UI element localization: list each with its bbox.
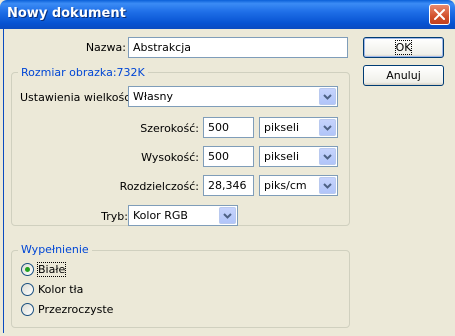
chevron-down-icon: [323, 183, 332, 189]
resolution-input[interactable]: 28,346: [203, 175, 254, 196]
ok-button-label: OK: [394, 40, 413, 55]
chevron-down-icon: [223, 213, 232, 219]
mode-dropdown-button[interactable]: [219, 207, 236, 224]
name-label: Nazwa:: [85, 41, 126, 54]
fill-background-color-radio[interactable]: [21, 283, 34, 296]
preset-value: Własny: [133, 90, 173, 103]
height-label: Wysokość:: [141, 151, 199, 164]
width-unit-value: pikseli: [264, 121, 300, 134]
name-input[interactable]: Abstrakcja: [128, 37, 348, 58]
fill-white-radio[interactable]: [21, 263, 34, 276]
chevron-down-icon: [323, 125, 332, 131]
mode-value: Kolor RGB: [133, 209, 188, 222]
resolution-unit-select[interactable]: piks/cm: [259, 175, 338, 196]
width-unit-dropdown-button[interactable]: [319, 119, 336, 136]
preset-select[interactable]: Własny: [128, 86, 338, 107]
fill-background-color-label[interactable]: Kolor tła: [38, 283, 83, 296]
window-title: Nowy dokument: [7, 6, 126, 21]
mode-label: Tryb:: [101, 210, 128, 223]
height-input[interactable]: 500: [203, 146, 254, 167]
resolution-unit-dropdown-button[interactable]: [319, 177, 336, 194]
width-input[interactable]: 500: [203, 117, 254, 138]
fill-transparent-label[interactable]: Przezroczyste: [38, 303, 113, 316]
fill-group-title: Wypełnienie: [18, 243, 92, 256]
height-unit-dropdown-button[interactable]: [319, 148, 336, 165]
fill-transparent-radio[interactable]: [21, 303, 34, 316]
width-unit-select[interactable]: pikseli: [259, 117, 338, 138]
preset-label: Ustawienia wielkości:: [20, 91, 138, 104]
radio-selected-dot: [25, 267, 30, 272]
close-icon: [434, 9, 445, 20]
mode-select[interactable]: Kolor RGB: [128, 205, 238, 226]
fill-white-label[interactable]: Białe: [36, 262, 67, 277]
image-size-group-title: Rozmiar obrazka:732K: [18, 66, 148, 79]
chevron-down-icon: [323, 154, 332, 160]
cancel-button[interactable]: Anuluj: [363, 65, 444, 86]
resolution-unit-value: piks/cm: [264, 179, 307, 192]
close-button[interactable]: [429, 4, 450, 25]
resolution-label: Rozdzielczość:: [119, 180, 199, 193]
height-unit-value: pikseli: [264, 150, 300, 163]
dialog-body: Nazwa: Abstrakcja OK Anuluj Rozmiar obra…: [3, 29, 453, 333]
new-document-dialog: Nowy dokument Nazwa: Abstrakcja OK Anulu…: [0, 0, 455, 336]
width-label: Szerokość:: [140, 122, 199, 135]
chevron-down-icon: [323, 94, 332, 100]
preset-dropdown-button[interactable]: [319, 88, 336, 105]
title-bar[interactable]: Nowy dokument: [0, 0, 455, 29]
ok-button[interactable]: OK: [363, 37, 444, 58]
height-unit-select[interactable]: pikseli: [259, 146, 338, 167]
